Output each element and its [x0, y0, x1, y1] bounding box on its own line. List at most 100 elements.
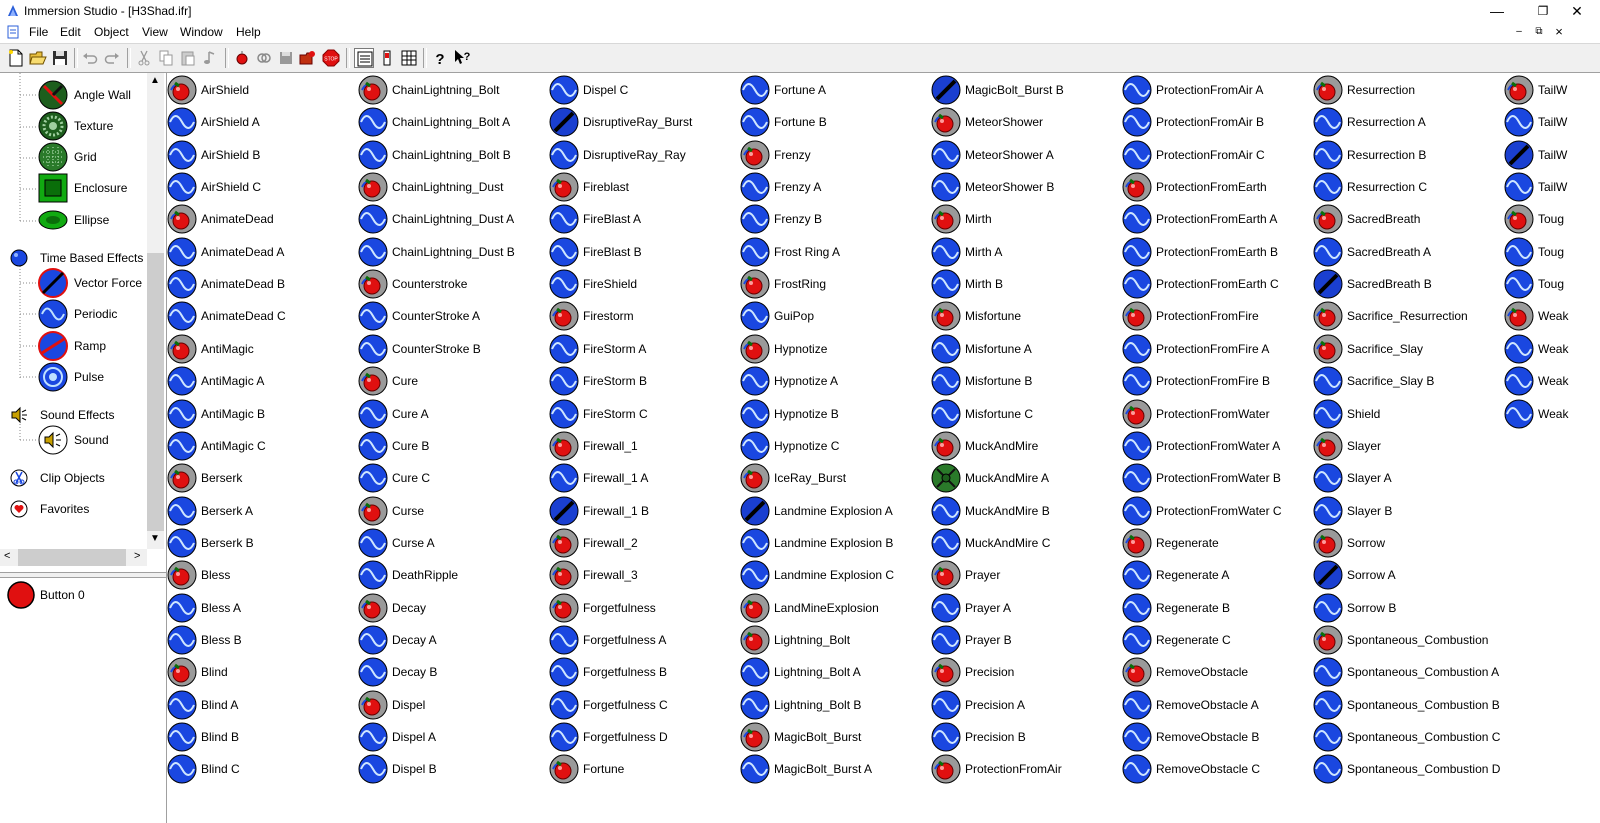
effect-item[interactable]: Frost Ring A — [740, 237, 931, 267]
effect-item[interactable]: Mirth A — [931, 237, 1122, 267]
effect-item[interactable]: FireStorm A — [549, 334, 740, 364]
effects-list-view[interactable]: AirShield AirShield A AirShield B AirShield… — [167, 73, 1600, 823]
effect-item[interactable]: Firewall_1 B — [549, 496, 740, 526]
effect-item[interactable]: AirShield — [167, 75, 358, 105]
effect-item[interactable]: MuckAndMire B — [931, 496, 1122, 526]
effect-item[interactable]: Regenerate — [1122, 528, 1313, 558]
effect-item[interactable]: Firewall_2 — [549, 528, 740, 558]
effect-item[interactable]: Bless — [167, 560, 358, 590]
link-icon[interactable] — [254, 48, 274, 68]
effect-item[interactable]: Fireblast — [549, 172, 740, 202]
redo-icon[interactable] — [102, 48, 122, 68]
view-details-icon[interactable] — [377, 48, 397, 68]
effect-item[interactable]: Firestorm — [549, 301, 740, 331]
effect-item[interactable]: CounterStroke A — [358, 301, 549, 331]
effect-item[interactable]: Spontaneous_Combustion D — [1313, 754, 1504, 784]
effect-item[interactable]: Weak — [1504, 399, 1600, 429]
effect-item[interactable]: Mirth B — [931, 269, 1122, 299]
effect-item[interactable]: Cure A — [358, 399, 549, 429]
effect-item[interactable]: Lightning_Bolt A — [740, 657, 931, 687]
effect-item[interactable]: ProtectionFromAir A — [1122, 75, 1313, 105]
effect-item[interactable]: Firewall_1 A — [549, 463, 740, 493]
effect-item[interactable]: Toug — [1504, 237, 1600, 267]
effect-item[interactable]: Berserk A — [167, 496, 358, 526]
disk-icon[interactable] — [276, 48, 296, 68]
effect-item[interactable]: MeteorShower A — [931, 140, 1122, 170]
effect-item[interactable]: ProtectionFromAir C — [1122, 140, 1313, 170]
effect-item[interactable]: Decay B — [358, 657, 549, 687]
effect-item[interactable]: Counterstroke — [358, 269, 549, 299]
effect-item[interactable]: Firewall_1 — [549, 431, 740, 461]
effect-item[interactable]: Frenzy A — [740, 172, 931, 202]
effect-item[interactable]: RemoveObstacle — [1122, 657, 1313, 687]
effect-item[interactable]: Dispel A — [358, 722, 549, 752]
paste-icon[interactable] — [178, 48, 198, 68]
effect-item[interactable]: Regenerate A — [1122, 560, 1313, 590]
effect-item[interactable]: TailW — [1504, 172, 1600, 202]
effect-item[interactable]: MuckAndMire C — [931, 528, 1122, 558]
effect-item[interactable]: AirShield A — [167, 107, 358, 137]
effect-item[interactable]: Misfortune — [931, 301, 1122, 331]
record-icon[interactable] — [232, 48, 252, 68]
effect-item[interactable]: Sacrifice_Slay B — [1313, 366, 1504, 396]
effect-item[interactable]: ChainLightning_Dust B — [358, 237, 549, 267]
effect-item[interactable]: AntiMagic B — [167, 399, 358, 429]
effect-item[interactable]: Prayer — [931, 560, 1122, 590]
effect-item[interactable]: Misfortune A — [931, 334, 1122, 364]
effect-item[interactable]: Sorrow — [1313, 528, 1504, 558]
effect-item[interactable]: Prayer A — [931, 593, 1122, 623]
effect-item[interactable]: ProtectionFromAir B — [1122, 107, 1313, 137]
menu-object[interactable]: Object — [94, 25, 129, 39]
effect-item[interactable]: Misfortune C — [931, 399, 1122, 429]
effect-item[interactable]: Precision — [931, 657, 1122, 687]
effect-item[interactable]: Berserk — [167, 463, 358, 493]
menu-help[interactable]: Help — [236, 25, 261, 39]
effect-item[interactable]: CounterStroke B — [358, 334, 549, 364]
stop-icon[interactable]: STOP — [321, 48, 341, 68]
context-help-icon[interactable]: ? — [452, 48, 472, 68]
effect-item[interactable]: SacredBreath A — [1313, 237, 1504, 267]
effect-item[interactable]: ChainLightning_Bolt B — [358, 140, 549, 170]
undo-icon[interactable] — [80, 48, 100, 68]
effect-item[interactable]: MeteorShower — [931, 107, 1122, 137]
effect-item[interactable]: Hypnotize — [740, 334, 931, 364]
effect-item[interactable]: Forgetfulness B — [549, 657, 740, 687]
effect-item[interactable]: Precision B — [931, 722, 1122, 752]
effect-item[interactable]: Spontaneous_Combustion A — [1313, 657, 1504, 687]
effect-item[interactable]: ProtectionFromEarth A — [1122, 204, 1313, 234]
effect-item[interactable]: AntiMagic A — [167, 366, 358, 396]
effect-item[interactable]: IceRay_Burst — [740, 463, 931, 493]
effect-item[interactable]: Frenzy — [740, 140, 931, 170]
effect-item[interactable]: Decay A — [358, 625, 549, 655]
effect-item[interactable]: Weak — [1504, 301, 1600, 331]
mdi-minimize-button[interactable]: – — [1510, 26, 1528, 40]
effect-item[interactable]: RemoveObstacle B — [1122, 722, 1313, 752]
effect-item[interactable]: Lightning_Bolt — [740, 625, 931, 655]
effect-item[interactable]: Toug — [1504, 269, 1600, 299]
effect-item[interactable]: DisruptiveRay_Burst — [549, 107, 740, 137]
effect-item[interactable]: ProtectionFromFire — [1122, 301, 1313, 331]
effect-item[interactable]: AnimateDead C — [167, 301, 358, 331]
effect-item[interactable]: Cure C — [358, 463, 549, 493]
effect-item[interactable]: ProtectionFromWater A — [1122, 431, 1313, 461]
effect-item[interactable]: Sacrifice_Slay — [1313, 334, 1504, 364]
effect-item[interactable]: TailW — [1504, 75, 1600, 105]
effect-item[interactable]: Hypnotize C — [740, 431, 931, 461]
effect-item[interactable]: Weak — [1504, 334, 1600, 364]
effect-item[interactable]: ProtectionFromFire A — [1122, 334, 1313, 364]
effect-item[interactable]: Regenerate C — [1122, 625, 1313, 655]
effect-item[interactable]: FrostRing — [740, 269, 931, 299]
menu-view[interactable]: View — [142, 25, 168, 39]
effect-item[interactable]: Forgetfulness C — [549, 690, 740, 720]
effect-item[interactable]: Cure B — [358, 431, 549, 461]
effect-item[interactable]: DisruptiveRay_Ray — [549, 140, 740, 170]
effect-item[interactable]: Spontaneous_Combustion C — [1313, 722, 1504, 752]
effect-item[interactable]: Curse A — [358, 528, 549, 558]
effect-item[interactable]: MuckAndMire — [931, 431, 1122, 461]
scroll-right-icon[interactable]: > — [134, 550, 140, 562]
effect-item[interactable]: Dispel — [358, 690, 549, 720]
effect-item[interactable]: Fortune B — [740, 107, 931, 137]
mdi-restore-button[interactable]: ⧉ — [1530, 26, 1548, 40]
effect-item[interactable]: MuckAndMire A — [931, 463, 1122, 493]
effect-item[interactable]: SacredBreath — [1313, 204, 1504, 234]
